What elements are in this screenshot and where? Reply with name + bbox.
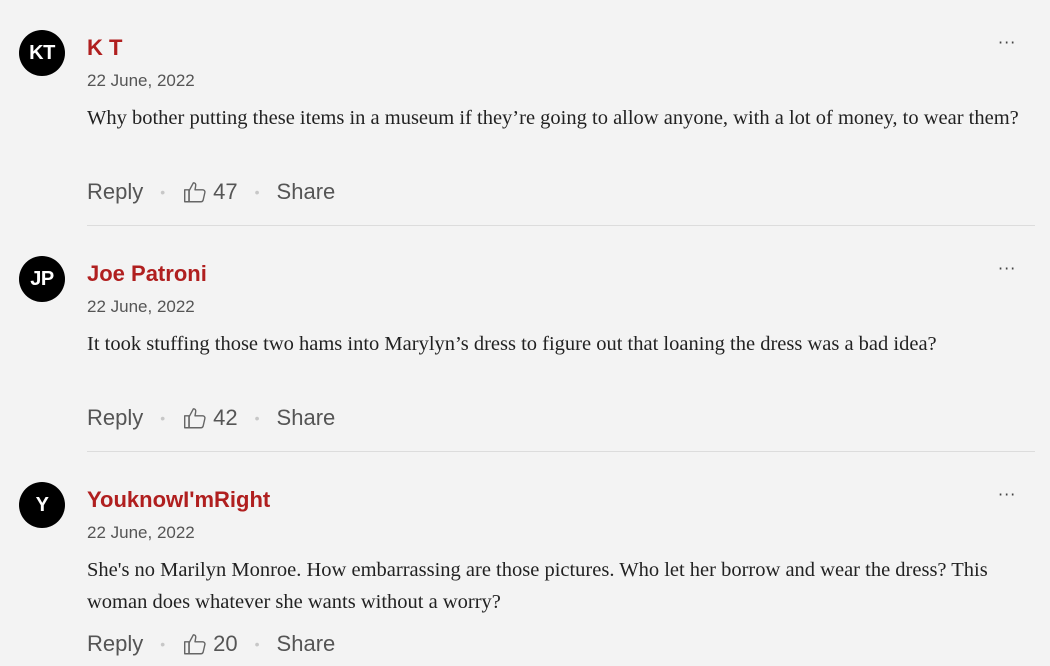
- like-button[interactable]: 20: [182, 631, 238, 657]
- like-count: 20: [213, 631, 238, 656]
- comment-text: She's no Marilyn Monroe. How embarrassin…: [87, 559, 988, 613]
- comment-item: Y YouknowI'mRight 22 June, 2022 She's no…: [0, 452, 1050, 666]
- comment-item: KT K T 22 June, 2022 Why bother putting …: [0, 0, 1050, 226]
- separator-dot: •: [160, 184, 166, 200]
- share-button[interactable]: Share: [277, 405, 336, 431]
- comment-text: Why bother putting these items in a muse…: [87, 107, 1019, 129]
- more-options-icon[interactable]: ···: [998, 259, 1016, 278]
- share-button[interactable]: Share: [277, 179, 336, 205]
- reply-button[interactable]: Reply: [87, 179, 143, 205]
- comment-actions: Reply • 20 • Share: [87, 629, 335, 659]
- like-count: 47: [213, 179, 238, 204]
- avatar[interactable]: Y: [19, 482, 65, 528]
- share-button[interactable]: Share: [277, 631, 336, 657]
- comment-actions: Reply • 42 • Share: [87, 403, 335, 433]
- more-options-icon[interactable]: ···: [998, 485, 1016, 504]
- comment-author[interactable]: Joe Patroni: [87, 261, 207, 287]
- comment-list: KT K T 22 June, 2022 Why bother putting …: [0, 0, 1050, 666]
- comment-date: 22 June, 2022: [87, 297, 195, 316]
- comment-author[interactable]: YouknowI'mRight: [87, 487, 270, 513]
- comment-actions: Reply • 47 • Share: [87, 177, 335, 207]
- separator-dot: •: [254, 410, 260, 426]
- separator-dot: •: [254, 184, 260, 200]
- like-count: 42: [213, 405, 238, 430]
- separator-dot: •: [254, 636, 260, 652]
- thumbs-up-icon: [184, 634, 206, 655]
- more-options-icon[interactable]: ···: [998, 33, 1016, 52]
- comment-item: JP Joe Patroni 22 June, 2022 It took stu…: [0, 226, 1050, 452]
- like-button[interactable]: 47: [182, 179, 238, 205]
- separator-dot: •: [160, 636, 166, 652]
- comment-date: 22 June, 2022: [87, 523, 195, 542]
- comment-text: It took stuffing those two hams into Mar…: [87, 333, 937, 355]
- avatar[interactable]: KT: [19, 30, 65, 76]
- comment-author[interactable]: K T: [87, 35, 122, 61]
- thumbs-up-icon: [184, 408, 206, 429]
- avatar[interactable]: JP: [19, 256, 65, 302]
- thumbs-up-icon: [184, 182, 206, 203]
- like-button[interactable]: 42: [182, 405, 238, 431]
- separator-dot: •: [160, 410, 166, 426]
- reply-button[interactable]: Reply: [87, 631, 143, 657]
- comment-date: 22 June, 2022: [87, 71, 195, 90]
- reply-button[interactable]: Reply: [87, 405, 143, 431]
